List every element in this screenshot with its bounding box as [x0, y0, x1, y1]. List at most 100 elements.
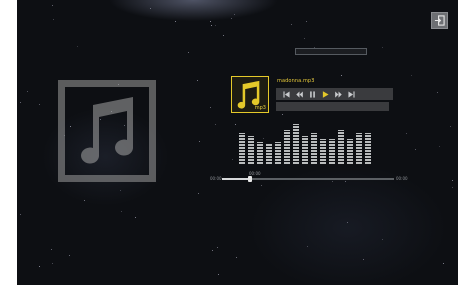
background-star: [215, 124, 216, 125]
fast-forward-button[interactable]: [332, 89, 345, 99]
background-star: [52, 263, 53, 264]
skip-forward-button[interactable]: [345, 89, 358, 99]
background-star: [382, 47, 383, 48]
background-star: [452, 180, 453, 181]
background-star: [27, 91, 28, 92]
background-star: [234, 14, 235, 15]
background-star: [53, 19, 54, 20]
equalizer-visualizer: [239, 124, 383, 164]
background-star: [411, 75, 412, 76]
background-star: [20, 214, 21, 215]
background-star: [345, 181, 346, 182]
background-star: [135, 217, 136, 218]
background-star: [443, 263, 444, 264]
background-star: [211, 25, 212, 26]
background-star: [215, 25, 216, 26]
background-star: [363, 259, 364, 260]
background-star: [347, 222, 348, 223]
progress-handle[interactable]: [248, 176, 252, 182]
rewind-icon: [296, 90, 303, 98]
background-star: [84, 200, 85, 201]
background-star: [39, 104, 40, 105]
equalizer-bar: [257, 142, 263, 164]
background-star: [437, 92, 438, 93]
background-star: [39, 266, 40, 267]
pause-button[interactable]: [306, 89, 319, 99]
track-thumbnail[interactable]: mp3: [231, 76, 269, 113]
background-star: [121, 211, 122, 212]
background-star: [51, 249, 52, 250]
player-screen: mp3 madonna.mp3 00:00 00:00 00:00: [17, 0, 458, 285]
album-art-placeholder: [58, 80, 156, 182]
skip-to-end-icon: [348, 90, 355, 98]
equalizer-bar: [248, 136, 254, 164]
equalizer-bar: [293, 124, 299, 164]
track-title-field: [295, 48, 367, 55]
equalizer-bar: [302, 136, 308, 164]
background-star: [150, 8, 151, 9]
background-star: [439, 146, 440, 147]
equalizer-bar: [365, 133, 371, 164]
exit-icon: [434, 15, 445, 26]
background-star: [261, 185, 262, 186]
background-star: [52, 5, 53, 6]
background-star: [198, 193, 199, 194]
background-star: [382, 239, 383, 240]
background-star: [175, 21, 176, 22]
music-note-icon: [81, 97, 134, 164]
equalizer-bar: [239, 133, 245, 164]
equalizer-bar: [356, 133, 362, 164]
background-star: [232, 159, 233, 160]
background-star: [282, 114, 283, 115]
background-star: [210, 21, 211, 22]
pause-icon: [310, 90, 315, 98]
equalizer-bar: [347, 139, 353, 164]
background-star: [199, 141, 200, 142]
background-star: [188, 52, 189, 53]
rewind-button[interactable]: [293, 89, 306, 99]
progress-slider[interactable]: [222, 176, 394, 182]
background-star: [197, 80, 198, 81]
background-star: [231, 18, 232, 19]
equalizer-bar: [284, 130, 290, 164]
play-button[interactable]: [319, 89, 332, 99]
background-star: [212, 250, 213, 251]
background-star: [235, 124, 236, 125]
background-star: [304, 38, 305, 39]
progress-fill: [222, 178, 250, 180]
background-star: [217, 247, 218, 248]
play-icon: [322, 90, 329, 98]
background-star: [20, 102, 21, 103]
equalizer-bar: [329, 139, 335, 164]
total-time: 00:00: [396, 176, 408, 181]
equalizer-bar: [266, 144, 272, 164]
background-star: [332, 181, 333, 182]
volume-field[interactable]: [276, 102, 389, 111]
elapsed-time: 00:00: [210, 176, 222, 181]
background-star: [236, 257, 237, 258]
fast-forward-icon: [335, 90, 342, 98]
background-star: [120, 190, 121, 191]
background-star: [218, 274, 219, 275]
background-star: [306, 21, 307, 22]
equalizer-bar: [311, 133, 317, 164]
background-star: [450, 126, 451, 127]
background-star: [210, 107, 211, 108]
equalizer-bar: [338, 130, 344, 164]
skip-back-button[interactable]: [280, 89, 293, 99]
skip-to-start-icon: [283, 90, 290, 98]
background-star: [452, 187, 453, 188]
transport-controls: [276, 88, 393, 100]
background-star: [307, 246, 308, 247]
file-type-label: mp3: [254, 105, 266, 111]
equalizer-bar: [275, 142, 281, 164]
background-star: [415, 149, 416, 150]
background-star: [223, 35, 224, 36]
equalizer-bar: [320, 139, 326, 164]
background-star: [77, 46, 78, 47]
background-star: [341, 75, 342, 76]
track-filename: madonna.mp3: [277, 78, 315, 84]
background-star: [291, 24, 292, 25]
background-star: [69, 255, 70, 256]
exit-button[interactable]: [431, 12, 448, 29]
